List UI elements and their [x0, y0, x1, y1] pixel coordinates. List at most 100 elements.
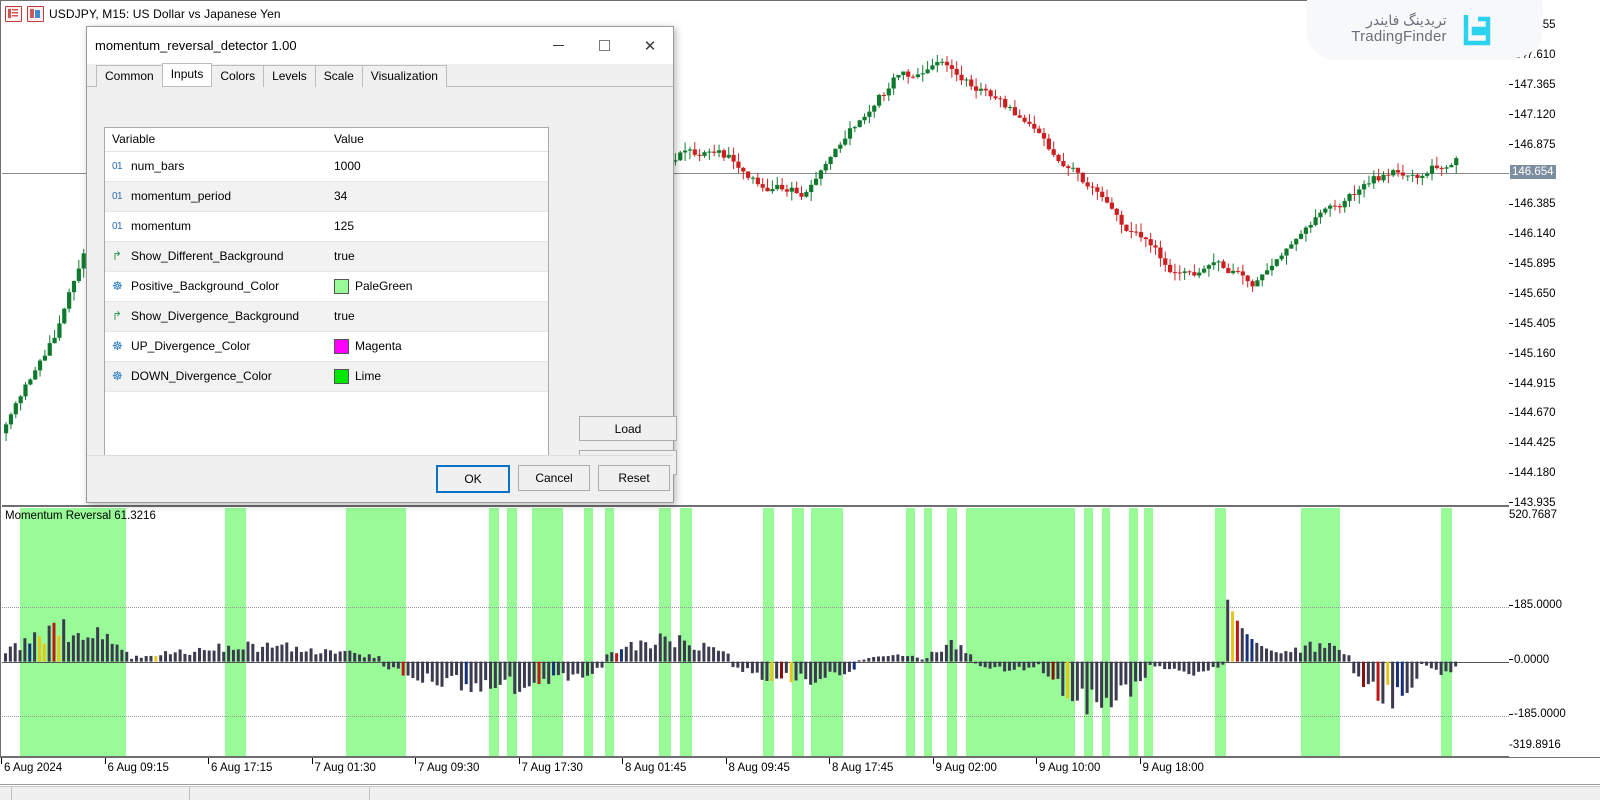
tab-colors[interactable]: Colors — [211, 65, 264, 87]
maximize-button[interactable] — [581, 27, 627, 64]
indicator-tick-label: 520.7687 — [1509, 509, 1557, 521]
parameter-value: Lime — [355, 369, 381, 383]
dialog-tabs[interactable]: CommonInputsColorsLevelsScaleVisualizati… — [87, 64, 673, 87]
symbol-label: USDJPY, M15: US Dollar vs Japanese Yen — [49, 7, 281, 21]
table-row[interactable]: ☸Positive_Background_Color PaleGreen — [105, 272, 548, 302]
price-tick-label: 143.935 — [1509, 497, 1556, 509]
price-tick-label: 146.875 — [1509, 139, 1556, 151]
parameter-value-cell[interactable]: PaleGreen — [327, 272, 548, 302]
price-tick-label: 147.365 — [1509, 79, 1556, 91]
tab-levels[interactable]: Levels — [263, 65, 316, 87]
parameter-name-cell: 01 momentum — [105, 212, 327, 242]
load-button[interactable]: Load — [579, 416, 677, 441]
dialog-body: Variable Value 01 num_bars 1000 01 momentum_… — [87, 87, 673, 502]
time-tick-label: 9 Aug 18:00 — [1143, 762, 1204, 774]
price-tick-label: 144.425 — [1509, 437, 1556, 449]
indicator-tick-label: -185.0000 — [1509, 708, 1566, 720]
parameter-value: 125 — [334, 219, 354, 233]
parameter-value-cell[interactable]: true — [327, 302, 548, 332]
time-axis[interactable]: 6 Aug 20246 Aug 09:156 Aug 17:157 Aug 01… — [0, 757, 1600, 785]
parameter-name: UP_Divergence_Color — [131, 339, 250, 353]
parameter-value-cell[interactable]: Lime — [327, 362, 548, 392]
table-row[interactable]: ↱Show_Different_Backgroundtrue — [105, 242, 548, 272]
parameter-value-cell[interactable]: Magenta — [327, 332, 548, 362]
list-view-icon[interactable] — [5, 6, 22, 22]
color-icon: ☸ — [112, 279, 126, 293]
tradingfinder-watermark: تریدینگ فایندر TradingFinder — [1307, 0, 1542, 58]
close-icon[interactable]: ✕ — [627, 27, 673, 64]
price-axis[interactable]: 147.855147.610147.365147.120146.875146.3… — [1509, 0, 1600, 757]
color-swatch[interactable] — [334, 279, 349, 294]
price-tick-label: 147.120 — [1509, 109, 1556, 121]
dialog-title: momentum_reversal_detector 1.00 — [95, 38, 297, 53]
price-tick-label: 144.670 — [1509, 407, 1556, 419]
parameter-value-cell[interactable]: 1000 — [327, 152, 548, 182]
parameter-name-cell: 01 momentum_period — [105, 182, 327, 212]
momentum-histogram — [2, 508, 1509, 756]
parameter-name-cell: ↱Show_Divergence_Background — [105, 302, 327, 332]
number-icon: 01 — [112, 191, 126, 202]
parameter-value: true — [334, 309, 355, 323]
tab-visualization[interactable]: Visualization — [362, 65, 447, 87]
parameter-value: Magenta — [355, 339, 402, 353]
watermark-persian: تریدینگ فایندر — [1366, 12, 1447, 28]
bottom-status-strip — [0, 786, 1600, 800]
dialog-footer: OK Cancel Reset — [87, 455, 673, 502]
table-row[interactable]: ☸ UP_Divergence_Color Magenta — [105, 332, 548, 362]
column-header-value: Value — [327, 128, 548, 152]
dialog-title-bar[interactable]: momentum_reversal_detector 1.00 ✕ — [87, 27, 673, 64]
tab-inputs[interactable]: Inputs — [162, 63, 213, 86]
boolean-icon: ↱ — [112, 249, 126, 263]
tradingfinder-logo-icon — [1456, 9, 1498, 49]
time-tick-label: 9 Aug 02:00 — [936, 762, 997, 774]
parameter-name: momentum_period — [131, 189, 231, 203]
status-cell — [0, 787, 12, 800]
parameter-name: DOWN_Divergence_Color — [131, 369, 272, 383]
parameters-table: Variable Value 01 num_bars 1000 01 momentum_… — [105, 128, 548, 392]
parameter-value: PaleGreen — [355, 279, 412, 293]
time-tick-label: 7 Aug 17:30 — [522, 762, 583, 774]
parameters-panel[interactable]: Variable Value 01 num_bars 1000 01 momentum_… — [104, 127, 549, 475]
indicator-properties-dialog[interactable]: momentum_reversal_detector 1.00 ✕ Common… — [86, 26, 674, 503]
indicator-tick-label: -319.8916 — [1509, 739, 1561, 751]
reset-button[interactable]: Reset — [598, 465, 670, 491]
color-swatch[interactable] — [334, 369, 349, 384]
boolean-icon: ↱ — [112, 309, 126, 323]
parameter-value: 1000 — [334, 159, 361, 173]
table-row[interactable]: 01 num_bars 1000 — [105, 152, 548, 182]
parameter-name: momentum — [131, 219, 191, 233]
parameter-name-cell: ↱Show_Different_Background — [105, 242, 327, 272]
price-tick-label: 145.650 — [1509, 288, 1556, 300]
parameter-value-cell[interactable]: 125 — [327, 212, 548, 242]
time-tick-label: 6 Aug 09:15 — [108, 762, 169, 774]
price-tick-label: 144.180 — [1509, 467, 1556, 479]
table-row[interactable]: 01 momentum_period 34 — [105, 182, 548, 212]
table-row[interactable]: ↱Show_Divergence_Background true — [105, 302, 548, 332]
bar-chart-icon[interactable] — [27, 6, 44, 22]
column-header-variable: Variable — [105, 128, 327, 152]
cancel-button[interactable]: Cancel — [518, 465, 590, 491]
time-tick-label: 7 Aug 01:30 — [315, 762, 376, 774]
number-icon: 01 — [112, 161, 126, 172]
parameter-name-cell: ☸Positive_Background_Color — [105, 272, 327, 302]
color-swatch[interactable] — [334, 339, 349, 354]
parameter-name: num_bars — [131, 159, 184, 173]
parameter-value-cell[interactable]: 34 — [327, 182, 548, 212]
table-header-row: Variable Value — [105, 128, 548, 152]
parameter-name-cell: ☸ UP_Divergence_Color — [105, 332, 327, 362]
table-row[interactable]: ☸DOWN_Divergence_ColorLime — [105, 362, 548, 392]
indicator-tick-label: 0.0000 — [1509, 654, 1549, 666]
status-cell — [190, 787, 370, 800]
indicator-pane[interactable]: Momentum Reversal 61.3216 — [2, 508, 1509, 756]
color-icon: ☸ — [112, 339, 126, 353]
ok-button[interactable]: OK — [436, 465, 510, 493]
tab-common[interactable]: Common — [96, 65, 163, 87]
tab-scale[interactable]: Scale — [315, 65, 363, 87]
price-tick-label: 146.385 — [1509, 198, 1556, 210]
minimize-button[interactable] — [535, 27, 581, 64]
pane-divider[interactable] — [2, 505, 1509, 507]
number-icon: 01 — [112, 221, 126, 232]
time-tick-label: 9 Aug 10:00 — [1039, 762, 1100, 774]
table-row[interactable]: 01 momentum 125 — [105, 212, 548, 242]
parameter-value-cell[interactable]: true — [327, 242, 548, 272]
